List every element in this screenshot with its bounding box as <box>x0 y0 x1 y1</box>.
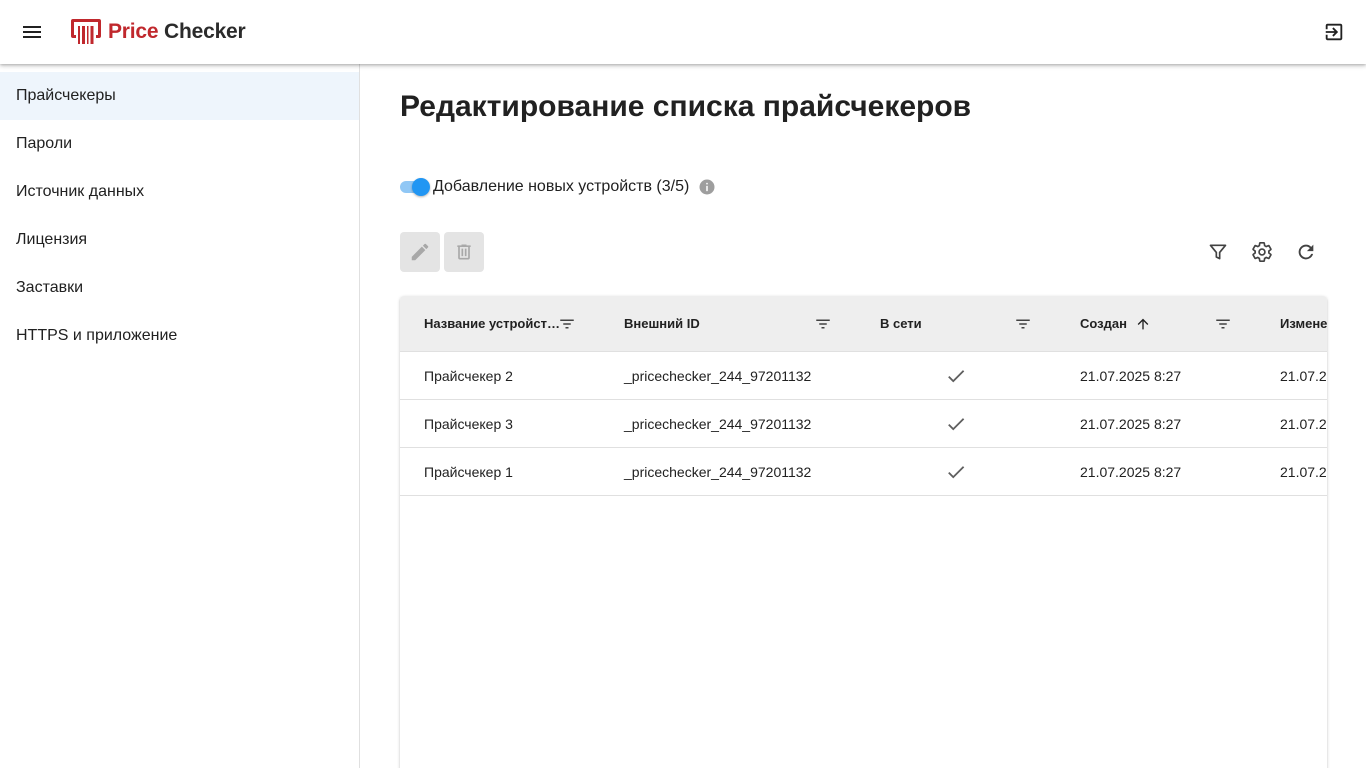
column-header-online[interactable]: В сети <box>880 296 922 352</box>
menu-icon <box>23 26 41 38</box>
page-title: Редактирование списка прайсчекеров <box>400 90 972 123</box>
app-title: Price Checker <box>108 17 246 47</box>
info-icon[interactable] <box>698 178 716 196</box>
delete-button[interactable] <box>444 232 484 272</box>
table-header: Название устройст… Внешний ID В сети Соз… <box>400 296 1327 352</box>
sidebar-item-license[interactable]: Лицензия <box>0 216 359 264</box>
column-header-external-id[interactable]: Внешний ID <box>624 296 700 352</box>
column-filter-device-name[interactable] <box>557 314 577 334</box>
arrow-up-icon[interactable] <box>1134 315 1152 333</box>
logo[interactable]: Price Checker <box>70 17 246 47</box>
table-row[interactable]: Прайсчекер 1 _pricechecker_244_97201132 … <box>400 448 1327 496</box>
column-filter-created[interactable] <box>1213 314 1233 334</box>
filter-button[interactable] <box>1206 240 1230 264</box>
pencil-icon <box>411 243 429 261</box>
cell-device-name: Прайсчекер 3 <box>424 416 513 432</box>
logo-checker-text: Checker <box>164 20 246 43</box>
cell-modified: 21.07.2 <box>1280 416 1327 432</box>
app-bar: Price Checker <box>0 0 1366 64</box>
filter-lines-icon <box>1216 319 1230 329</box>
sidebar-item-passwords[interactable]: Пароли <box>0 120 359 168</box>
main-content: Редактирование списка прайсчекеров Добав… <box>360 64 1366 768</box>
sidebar-item-data-source[interactable]: Источник данных <box>0 168 359 216</box>
filter-lines-icon <box>1016 319 1030 329</box>
table-row[interactable]: Прайсчекер 2 _pricechecker_244_97201132 … <box>400 352 1327 400</box>
refresh-icon <box>1298 244 1314 260</box>
cell-external-id: _pricechecker_244_97201132 <box>624 368 812 384</box>
cell-external-id: _pricechecker_244_97201132 <box>624 416 812 432</box>
trash-icon <box>457 244 471 260</box>
sidebar-item-https-app[interactable]: HTTPS и приложение <box>0 312 359 360</box>
column-header-device-name[interactable]: Название устройст… <box>424 296 560 352</box>
column-header-modified[interactable]: Измене <box>1280 296 1327 352</box>
column-header-created[interactable]: Создан <box>1080 296 1127 352</box>
cell-modified: 21.07.2 <box>1280 368 1327 384</box>
check-icon <box>945 413 967 435</box>
sidebar-item-screensavers[interactable]: Заставки <box>0 264 359 312</box>
sidebar: Прайсчекеры Пароли Источник данных Лицен… <box>0 64 360 768</box>
cell-external-id: _pricechecker_244_97201132 <box>624 464 812 480</box>
column-filter-online[interactable] <box>1013 314 1033 334</box>
cell-modified: 21.07.2 <box>1280 464 1327 480</box>
price-checker-logo-icon <box>71 19 101 44</box>
cell-created: 21.07.2025 8:27 <box>1080 464 1182 480</box>
add-devices-toggle-row: Добавление новых устройств (3/5) <box>400 175 716 199</box>
column-filter-external-id[interactable] <box>813 314 833 334</box>
filter-lines-icon <box>816 319 830 329</box>
filter-lines-icon <box>560 319 574 329</box>
cell-device-name: Прайсчекер 2 <box>424 368 513 384</box>
settings-button[interactable] <box>1250 240 1274 264</box>
funnel-icon <box>1209 244 1227 260</box>
add-devices-switch[interactable] <box>400 175 430 199</box>
gear-icon <box>1252 242 1272 262</box>
refresh-button[interactable] <box>1294 240 1318 264</box>
logout-button[interactable] <box>1314 12 1354 52</box>
check-icon <box>945 461 967 483</box>
logout-icon <box>1325 23 1343 41</box>
cell-created: 21.07.2025 8:27 <box>1080 416 1182 432</box>
logo-price-text: Price <box>108 20 159 43</box>
switch-thumb <box>412 178 430 196</box>
menu-button[interactable] <box>12 12 52 52</box>
sidebar-nav: Прайсчекеры Пароли Источник данных Лицен… <box>0 64 359 360</box>
table-row[interactable]: Прайсчекер 3 _pricechecker_244_97201132 … <box>400 400 1327 448</box>
cell-created: 21.07.2025 8:27 <box>1080 368 1182 384</box>
devices-table: Название устройст… Внешний ID В сети Соз… <box>400 296 1327 768</box>
cell-device-name: Прайсчекер 1 <box>424 464 513 480</box>
check-icon <box>945 365 967 387</box>
sidebar-item-pricecheckers[interactable]: Прайсчекеры <box>0 72 359 120</box>
edit-button[interactable] <box>400 232 440 272</box>
add-devices-label: Добавление новых устройств (3/5) <box>433 178 690 195</box>
